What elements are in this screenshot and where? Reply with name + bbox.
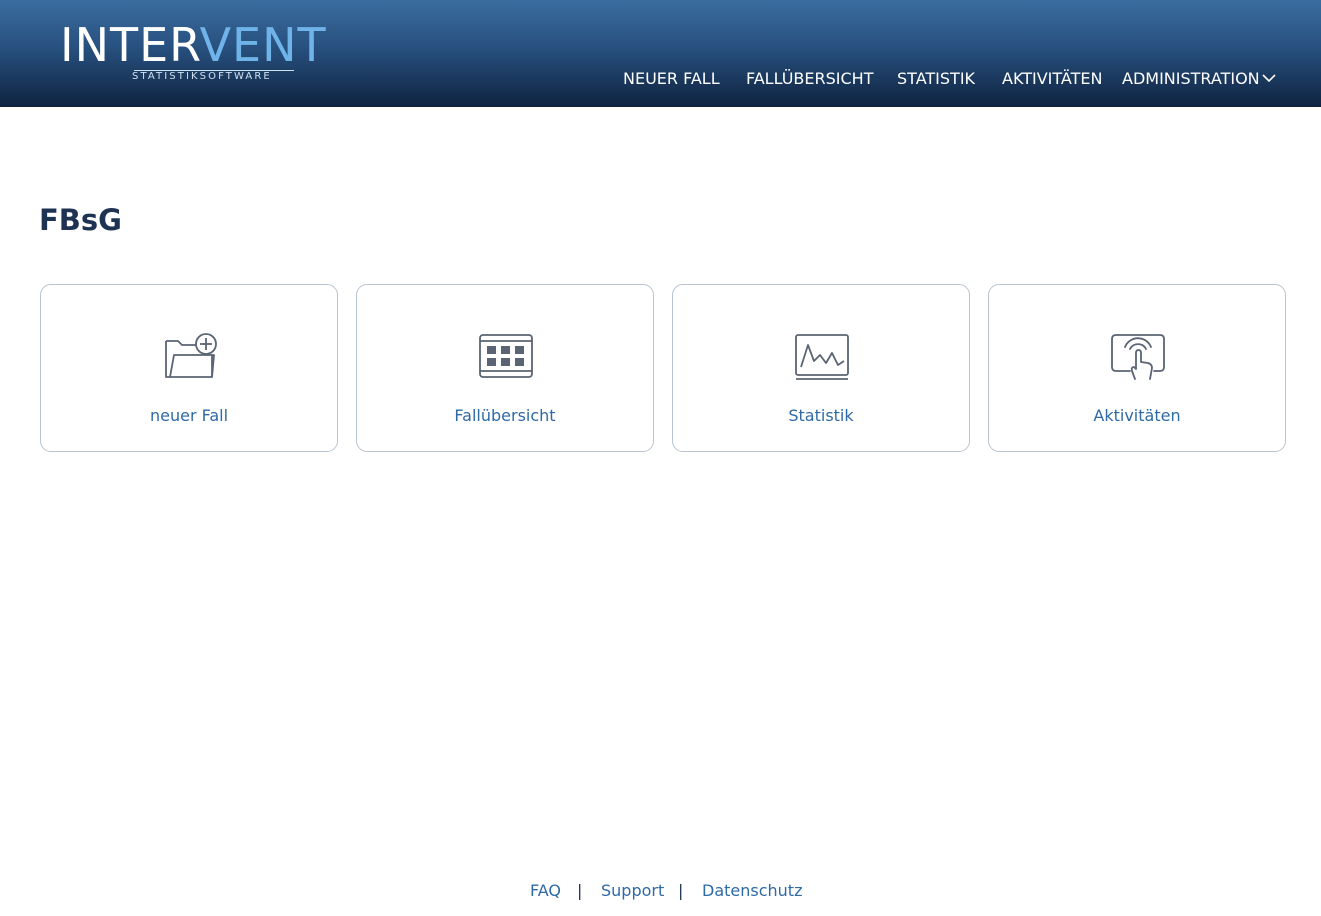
nav-item-falluebersicht[interactable]: FALLÜBERSICHT: [746, 68, 873, 90]
table-grid-icon: [479, 334, 533, 378]
logo-part-vent: VENT: [199, 18, 327, 72]
tile-label: Aktivitäten: [1093, 406, 1181, 425]
tile-statistik[interactable]: Statistik: [672, 284, 970, 452]
tile-aktivitaeten[interactable]: Aktivitäten: [988, 284, 1286, 452]
tile-falluebersicht[interactable]: Fallübersicht: [356, 284, 654, 452]
footer: FAQ | Support | Datenschutz: [0, 879, 1321, 903]
intervent-logo[interactable]: INTERVENT STATISTIKSOFTWARE: [60, 20, 326, 86]
footer-separator: |: [678, 881, 684, 900]
tile-label: Fallübersicht: [454, 406, 556, 425]
folder-add-icon: [165, 333, 217, 378]
nav-item-aktivitaeten[interactable]: AKTIVITÄTEN: [1002, 68, 1102, 90]
touch-hand-icon: [1111, 334, 1165, 380]
tile-label: Statistik: [788, 406, 854, 425]
footer-link-datenschutz[interactable]: Datenschutz: [702, 879, 802, 903]
top-header: INTERVENT STATISTIKSOFTWARE NEUER FALL F…: [0, 0, 1321, 107]
logo-part-inter: INTER: [60, 18, 200, 72]
tile-label: neuer Fall: [149, 406, 229, 425]
nav-item-statistik[interactable]: STATISTIK: [897, 68, 975, 90]
footer-separator: |: [577, 881, 583, 900]
nav-item-administration[interactable]: ADMINISTRATION: [1122, 68, 1260, 90]
footer-link-faq[interactable]: FAQ: [530, 879, 561, 903]
logo-subtitle: STATISTIKSOFTWARE: [132, 71, 272, 82]
line-chart-icon: [795, 334, 849, 380]
footer-link-support[interactable]: Support: [601, 879, 664, 903]
logo-wordmark: INTERVENT: [60, 20, 327, 70]
page-title: FBsG: [39, 203, 122, 237]
chevron-down-icon[interactable]: [1262, 73, 1276, 83]
tile-neuer-fall[interactable]: neuer Fall: [40, 284, 338, 452]
nav-item-neuer-fall[interactable]: NEUER FALL: [623, 68, 720, 90]
